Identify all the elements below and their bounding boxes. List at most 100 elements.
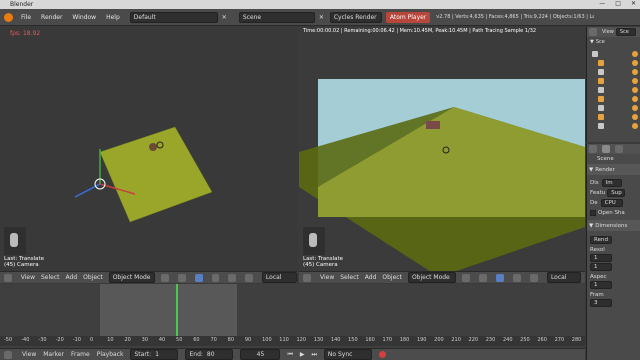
resolution-x-field[interactable]: 1 xyxy=(590,254,612,262)
visibility-icon[interactable] xyxy=(632,104,638,111)
timeline-playhead[interactable] xyxy=(176,284,178,336)
editor-type-icon-right[interactable] xyxy=(303,273,311,282)
dimensions-panel-title[interactable]: Dimensions xyxy=(595,223,627,229)
visibility-icon[interactable] xyxy=(632,122,638,129)
outliner-row[interactable] xyxy=(590,94,638,103)
header-right-select[interactable]: Select xyxy=(340,274,359,281)
sync-select[interactable]: No Sync xyxy=(323,349,372,360)
atom-player-button[interactable]: Atom Player xyxy=(385,11,431,23)
pivot-icon-right[interactable] xyxy=(478,273,487,282)
aspect-x-field[interactable]: 1 xyxy=(590,281,612,289)
blender-logo-icon[interactable] xyxy=(4,12,13,22)
outliner-row[interactable] xyxy=(590,121,638,130)
menu-window[interactable]: Window xyxy=(72,14,96,21)
device-select[interactable]: CPU xyxy=(600,199,623,207)
scene-tab-icon[interactable] xyxy=(615,145,623,153)
scene-root-icon: ▼ xyxy=(590,39,594,45)
translate-icon[interactable] xyxy=(211,273,220,282)
outliner-search[interactable]: Sce xyxy=(615,28,636,36)
mode-select-left[interactable]: Object Mode xyxy=(108,272,156,283)
menu-help[interactable]: Help xyxy=(106,14,120,21)
render-preset-select[interactable]: Rend xyxy=(590,235,612,244)
layout-select[interactable]: Default xyxy=(129,11,218,23)
current-frame-field[interactable]: 45 xyxy=(240,349,281,360)
visibility-icon[interactable] xyxy=(632,59,638,66)
frame-rate-value: 3 xyxy=(594,300,598,306)
timeline-marker[interactable]: Marker xyxy=(43,351,64,358)
properties-panel[interactable]: Scene ▼ Render Dis Im Featu Sup De CPU O… xyxy=(586,144,640,360)
outliner-row[interactable] xyxy=(590,67,638,76)
menu-render[interactable]: Render xyxy=(41,14,62,21)
minimize-icon[interactable]: — xyxy=(599,0,605,7)
scale-icon[interactable] xyxy=(245,273,253,282)
visibility-icon[interactable] xyxy=(632,77,638,84)
render-panel-title[interactable]: Render xyxy=(595,167,615,173)
pivot-icon[interactable] xyxy=(178,273,186,282)
header-left-object[interactable]: Object xyxy=(83,274,103,281)
outliner-panel[interactable]: View Sce ▼ Sce xyxy=(586,27,640,142)
timeline-view[interactable]: View xyxy=(22,351,36,358)
render-engine-select[interactable]: Cycles Render xyxy=(329,11,382,23)
ruler-tick-label: 240 xyxy=(502,337,513,343)
header-right-add[interactable]: Add xyxy=(365,274,377,281)
editor-type-icon[interactable] xyxy=(4,273,12,282)
render-panel-toggle-icon[interactable]: ▼ xyxy=(589,167,593,173)
timeline-editor[interactable]: -50 -40 -30 -20 -10 0 10 20 30 40 50 60 70 80 90 100 110… xyxy=(0,284,585,348)
visibility-icon[interactable] xyxy=(632,95,638,102)
outliner-row[interactable] xyxy=(590,76,638,85)
outliner-editor-icon[interactable] xyxy=(589,28,597,36)
rotate-icon[interactable] xyxy=(228,273,237,282)
jump-end-icon[interactable]: ⏭ xyxy=(312,351,317,359)
visibility-icon[interactable] xyxy=(632,86,638,93)
feature-set-select[interactable]: Sup xyxy=(607,189,626,197)
outliner-root[interactable]: Sce xyxy=(596,39,605,45)
shading-icon[interactable] xyxy=(161,273,170,282)
menu-file[interactable]: File xyxy=(21,14,31,21)
dimensions-toggle-icon[interactable]: ▼ xyxy=(589,223,593,229)
properties-editor-icon[interactable] xyxy=(589,145,597,153)
close-icon[interactable]: ✕ xyxy=(631,0,636,7)
header-left-add[interactable]: Add xyxy=(66,274,78,281)
timeline-frame[interactable]: Frame xyxy=(71,351,90,358)
viewport-right[interactable]: Time:00:00.02 | Remaining:00:06.42 | Mem… xyxy=(299,27,585,271)
render-tab-icon[interactable] xyxy=(602,145,610,153)
outliner-row[interactable] xyxy=(590,112,638,121)
maximize-icon[interactable]: □ xyxy=(615,0,621,7)
start-frame-field[interactable]: Start: 1 xyxy=(130,349,179,360)
header-right-object[interactable]: Object xyxy=(382,274,402,281)
orientation-select-right[interactable]: Local xyxy=(546,272,581,283)
manipulator-icon-right[interactable] xyxy=(495,273,504,282)
visibility-icon[interactable] xyxy=(632,113,638,120)
jump-start-icon[interactable]: ⏮ xyxy=(287,351,292,359)
manipulator-icon[interactable] xyxy=(194,273,203,282)
timeline-editor-icon[interactable] xyxy=(4,350,12,359)
outliner-view[interactable]: View xyxy=(602,29,614,35)
mode-select-right[interactable]: Object Mode xyxy=(407,272,456,283)
orientation-select-left[interactable]: Local xyxy=(261,272,298,283)
resolution-y-field[interactable]: 1 xyxy=(590,263,612,271)
header-right-view[interactable]: View xyxy=(320,274,334,281)
outliner-row[interactable] xyxy=(590,103,638,112)
visibility-icon[interactable] xyxy=(632,50,638,57)
outliner-row[interactable] xyxy=(590,49,638,58)
scene-select[interactable]: Scene xyxy=(238,11,315,23)
viewport-left[interactable]: fps: 18.92 Last: Translate (45) Camera xyxy=(0,27,297,271)
translate-icon-right[interactable] xyxy=(512,273,521,282)
header-left-select[interactable]: Select xyxy=(41,274,60,281)
play-icon[interactable]: ▶ xyxy=(300,351,305,358)
timeline-playback[interactable]: Playback xyxy=(97,351,124,358)
visibility-icon[interactable] xyxy=(632,68,638,75)
layout-close-icon[interactable]: ✕ xyxy=(222,14,227,21)
header-left-view[interactable]: View xyxy=(21,274,35,281)
frame-rate-field[interactable]: 3 xyxy=(590,299,612,307)
shading-icon-right[interactable] xyxy=(461,273,470,282)
record-icon[interactable] xyxy=(378,351,386,358)
outliner-row[interactable] xyxy=(590,58,638,67)
ruler-tick-label: 130 xyxy=(313,337,324,343)
scene-close-icon[interactable]: ✕ xyxy=(319,14,324,21)
outliner-row[interactable] xyxy=(590,85,638,94)
end-frame-field[interactable]: End: 80 xyxy=(185,349,234,360)
rotate-icon-right[interactable] xyxy=(529,273,538,282)
open-shading-checkbox[interactable] xyxy=(590,210,596,216)
display-select[interactable]: Im xyxy=(601,179,622,187)
